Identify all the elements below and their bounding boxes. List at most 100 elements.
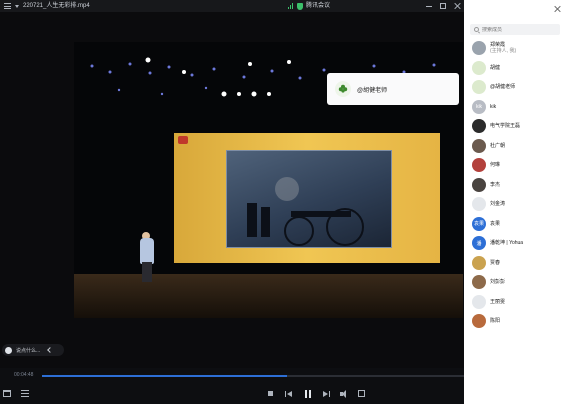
meeting-label: 腾讯会议 [306, 3, 331, 9]
window-controls [426, 0, 460, 9]
menu-icon[interactable] [4, 3, 11, 9]
clover-avatar-icon [335, 81, 351, 97]
stage-floor [74, 274, 463, 318]
close-icon[interactable] [554, 6, 560, 12]
maximize-button[interactable] [440, 3, 446, 9]
member-row[interactable]: @胡健老师 [472, 80, 515, 94]
member-name: 电气学院王磊 [490, 123, 521, 129]
search-input[interactable] [482, 26, 557, 33]
member-text: 袁果 [490, 221, 500, 227]
member-avatar [472, 80, 486, 94]
member-name: 刘金涛 [490, 201, 506, 207]
minimize-button[interactable] [426, 3, 432, 9]
member-text: @胡健老师 [490, 84, 515, 90]
member-avatar [472, 119, 486, 133]
member-avatar [472, 255, 486, 270]
member-avatar [472, 275, 486, 289]
member-name: 袁果 [490, 220, 501, 227]
member-row[interactable]: 袁果 袁果 [472, 216, 500, 231]
member-row[interactable]: kik kik [472, 99, 496, 114]
search-icon [474, 27, 479, 32]
member-text: 贾春 [490, 260, 500, 266]
member-avatar [472, 60, 486, 75]
member-text: 郑荣霞 (主持人, 我) [490, 42, 516, 54]
dropdown-icon[interactable] [15, 4, 19, 8]
chat-bar[interactable]: 说点什么... [2, 344, 64, 356]
member-avatar [472, 314, 486, 328]
member-text: 潘乾坤 | Yohua [490, 240, 523, 246]
meeting-indicator[interactable]: 腾讯会议 [288, 0, 330, 12]
previous-button[interactable] [284, 390, 293, 398]
member-text: 李杰 [490, 182, 500, 188]
member-row[interactable]: 何琳 [472, 158, 500, 172]
stage-logo [178, 136, 188, 144]
member-name: 胡健 [490, 64, 501, 71]
member-text: 陈阳 [490, 318, 500, 324]
member-name: 王丽雯 [490, 298, 506, 305]
speaker [140, 238, 154, 264]
projected-image [226, 150, 392, 248]
member-name: @胡健老师 [490, 84, 516, 90]
next-button[interactable] [322, 390, 331, 398]
pause-button[interactable] [303, 390, 312, 398]
member-avatar [472, 41, 486, 55]
member-role: (主持人, 我) [490, 48, 517, 54]
chat-icon [5, 346, 12, 354]
member-text: 刘金涛 [490, 201, 505, 207]
member-row[interactable]: 郑荣霞 (主持人, 我) [472, 41, 516, 55]
member-name: 贾春 [490, 259, 501, 266]
member-row[interactable]: 杜广朝 [472, 138, 505, 153]
volume-button[interactable] [340, 390, 349, 398]
member-row[interactable]: 陈阳 [472, 314, 500, 328]
close-button[interactable] [454, 3, 460, 9]
member-name: 杜广朝 [490, 142, 506, 149]
fullscreen-button[interactable] [358, 390, 365, 397]
member-row[interactable]: 胡健 [472, 60, 500, 75]
member-name: 何琳 [490, 162, 501, 168]
member-text: 电气学院王磊 [490, 123, 520, 129]
member-text: 杜广朝 [490, 143, 505, 149]
member-row[interactable]: 电气学院王磊 [472, 119, 520, 133]
member-search[interactable] [470, 24, 560, 35]
shield-icon [297, 2, 303, 10]
title-bar: 220721_人生无彩排.mp4 腾讯会议 [0, 0, 464, 12]
progress-bar[interactable] [42, 375, 464, 377]
progress-fill [42, 375, 287, 377]
member-text: 王丽雯 [490, 299, 505, 305]
member-avatar [472, 294, 486, 309]
member-row[interactable]: 王丽雯 [472, 294, 505, 309]
member-panel: 郑荣霞(主持人, 我) 胡健 @胡健老师 kikkik 电气学院王磊杜广朝何琳李杰刘金涛… [464, 0, 566, 404]
folder-icon[interactable] [3, 390, 11, 397]
member-name: 陈阳 [490, 318, 501, 324]
member-text: kik [490, 104, 496, 110]
member-row[interactable]: 李杰 [472, 177, 500, 192]
member-avatar [472, 158, 486, 172]
member-text: 何琳 [490, 162, 500, 168]
member-row[interactable]: 刘彭彭 [472, 275, 505, 289]
stop-button[interactable] [266, 390, 275, 398]
member-text: 刘彭彭 [490, 279, 505, 285]
participant-popup: @胡健老师 [327, 73, 459, 105]
player-controls: 00:04:48 [0, 368, 464, 404]
member-avatar [472, 138, 486, 153]
member-name: 李杰 [490, 181, 501, 188]
member-avatar [472, 197, 486, 211]
popup-name: @胡健老师 [357, 87, 388, 94]
file-title: 220721_人生无彩排.mp4 [23, 3, 90, 9]
signal-icon [288, 3, 294, 9]
speaker-legs [142, 262, 152, 282]
member-avatar [472, 177, 486, 192]
member-avatar: kik [472, 99, 486, 114]
rickshaw-scene [247, 177, 364, 246]
chat-placeholder: 说点什么... [16, 347, 41, 354]
member-row[interactable]: 潘潘乾坤 | Yohua [472, 236, 523, 250]
member-row[interactable]: 刘金涛 [472, 197, 505, 211]
chevron-left-icon[interactable] [47, 347, 54, 353]
member-name: 潘乾坤 | Yohua [490, 240, 524, 246]
member-row[interactable]: 贾春 [472, 255, 500, 270]
playlist-icon[interactable] [21, 390, 29, 397]
member-avatar: 潘 [472, 236, 486, 250]
member-name: 刘彭彭 [490, 279, 506, 285]
title-left: 220721_人生无彩排.mp4 [4, 0, 90, 12]
member-text: 胡健 [490, 65, 500, 71]
